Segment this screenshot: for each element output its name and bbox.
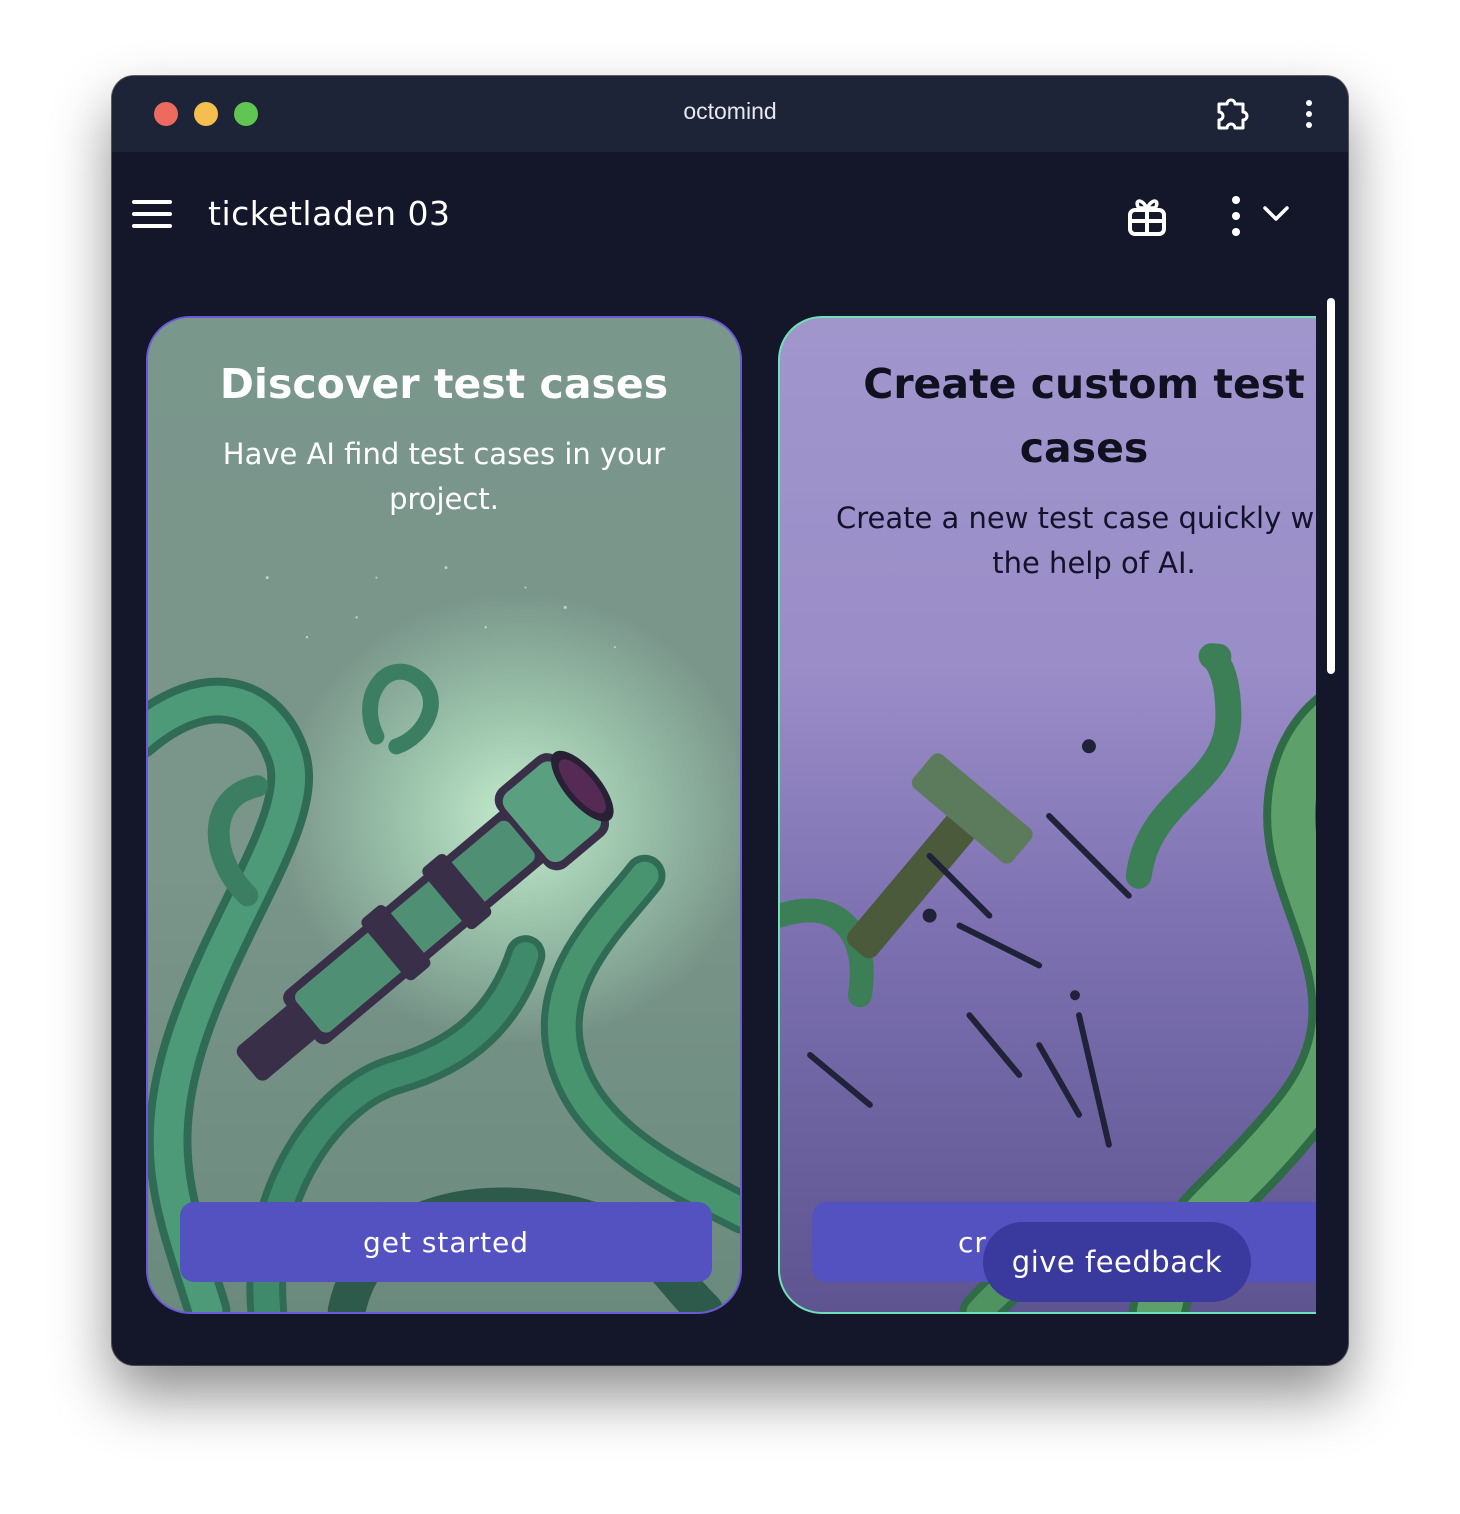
card-carousel: Discover test cases Have AI find test ca… [146,316,1316,1316]
card-subtitle: Have AI find test cases in your project. [222,437,666,516]
chevron-down-icon[interactable] [1260,202,1292,226]
card-subtitle: Create a new test case quickly with the … [835,501,1316,580]
window-title: octomind [683,98,777,124]
hamburger-icon[interactable] [132,198,172,230]
puzzle-piece-icon[interactable] [1212,96,1250,134]
card-title: Discover test cases [219,360,669,408]
kebab-vertical-icon[interactable] [1224,194,1248,238]
create-custom-test-cases-card[interactable]: Create custom test cases Create a new te… [778,316,1316,1314]
gift-icon[interactable] [1126,194,1168,238]
discover-test-cases-card[interactable]: Discover test cases Have AI find test ca… [146,316,742,1314]
kebab-vertical-icon[interactable] [1298,98,1320,132]
give-feedback-button[interactable]: give feedback [983,1222,1251,1302]
get-started-button[interactable]: get started [180,1202,712,1282]
card-title: Create custom test cases [863,360,1305,472]
project-title: ticketladen 03 [208,194,451,233]
scrollbar-thumb[interactable] [1327,298,1335,674]
app-window: octomind ticketladen 03 Discover test ca… [112,76,1348,1365]
window-titlebar: octomind [112,76,1348,152]
